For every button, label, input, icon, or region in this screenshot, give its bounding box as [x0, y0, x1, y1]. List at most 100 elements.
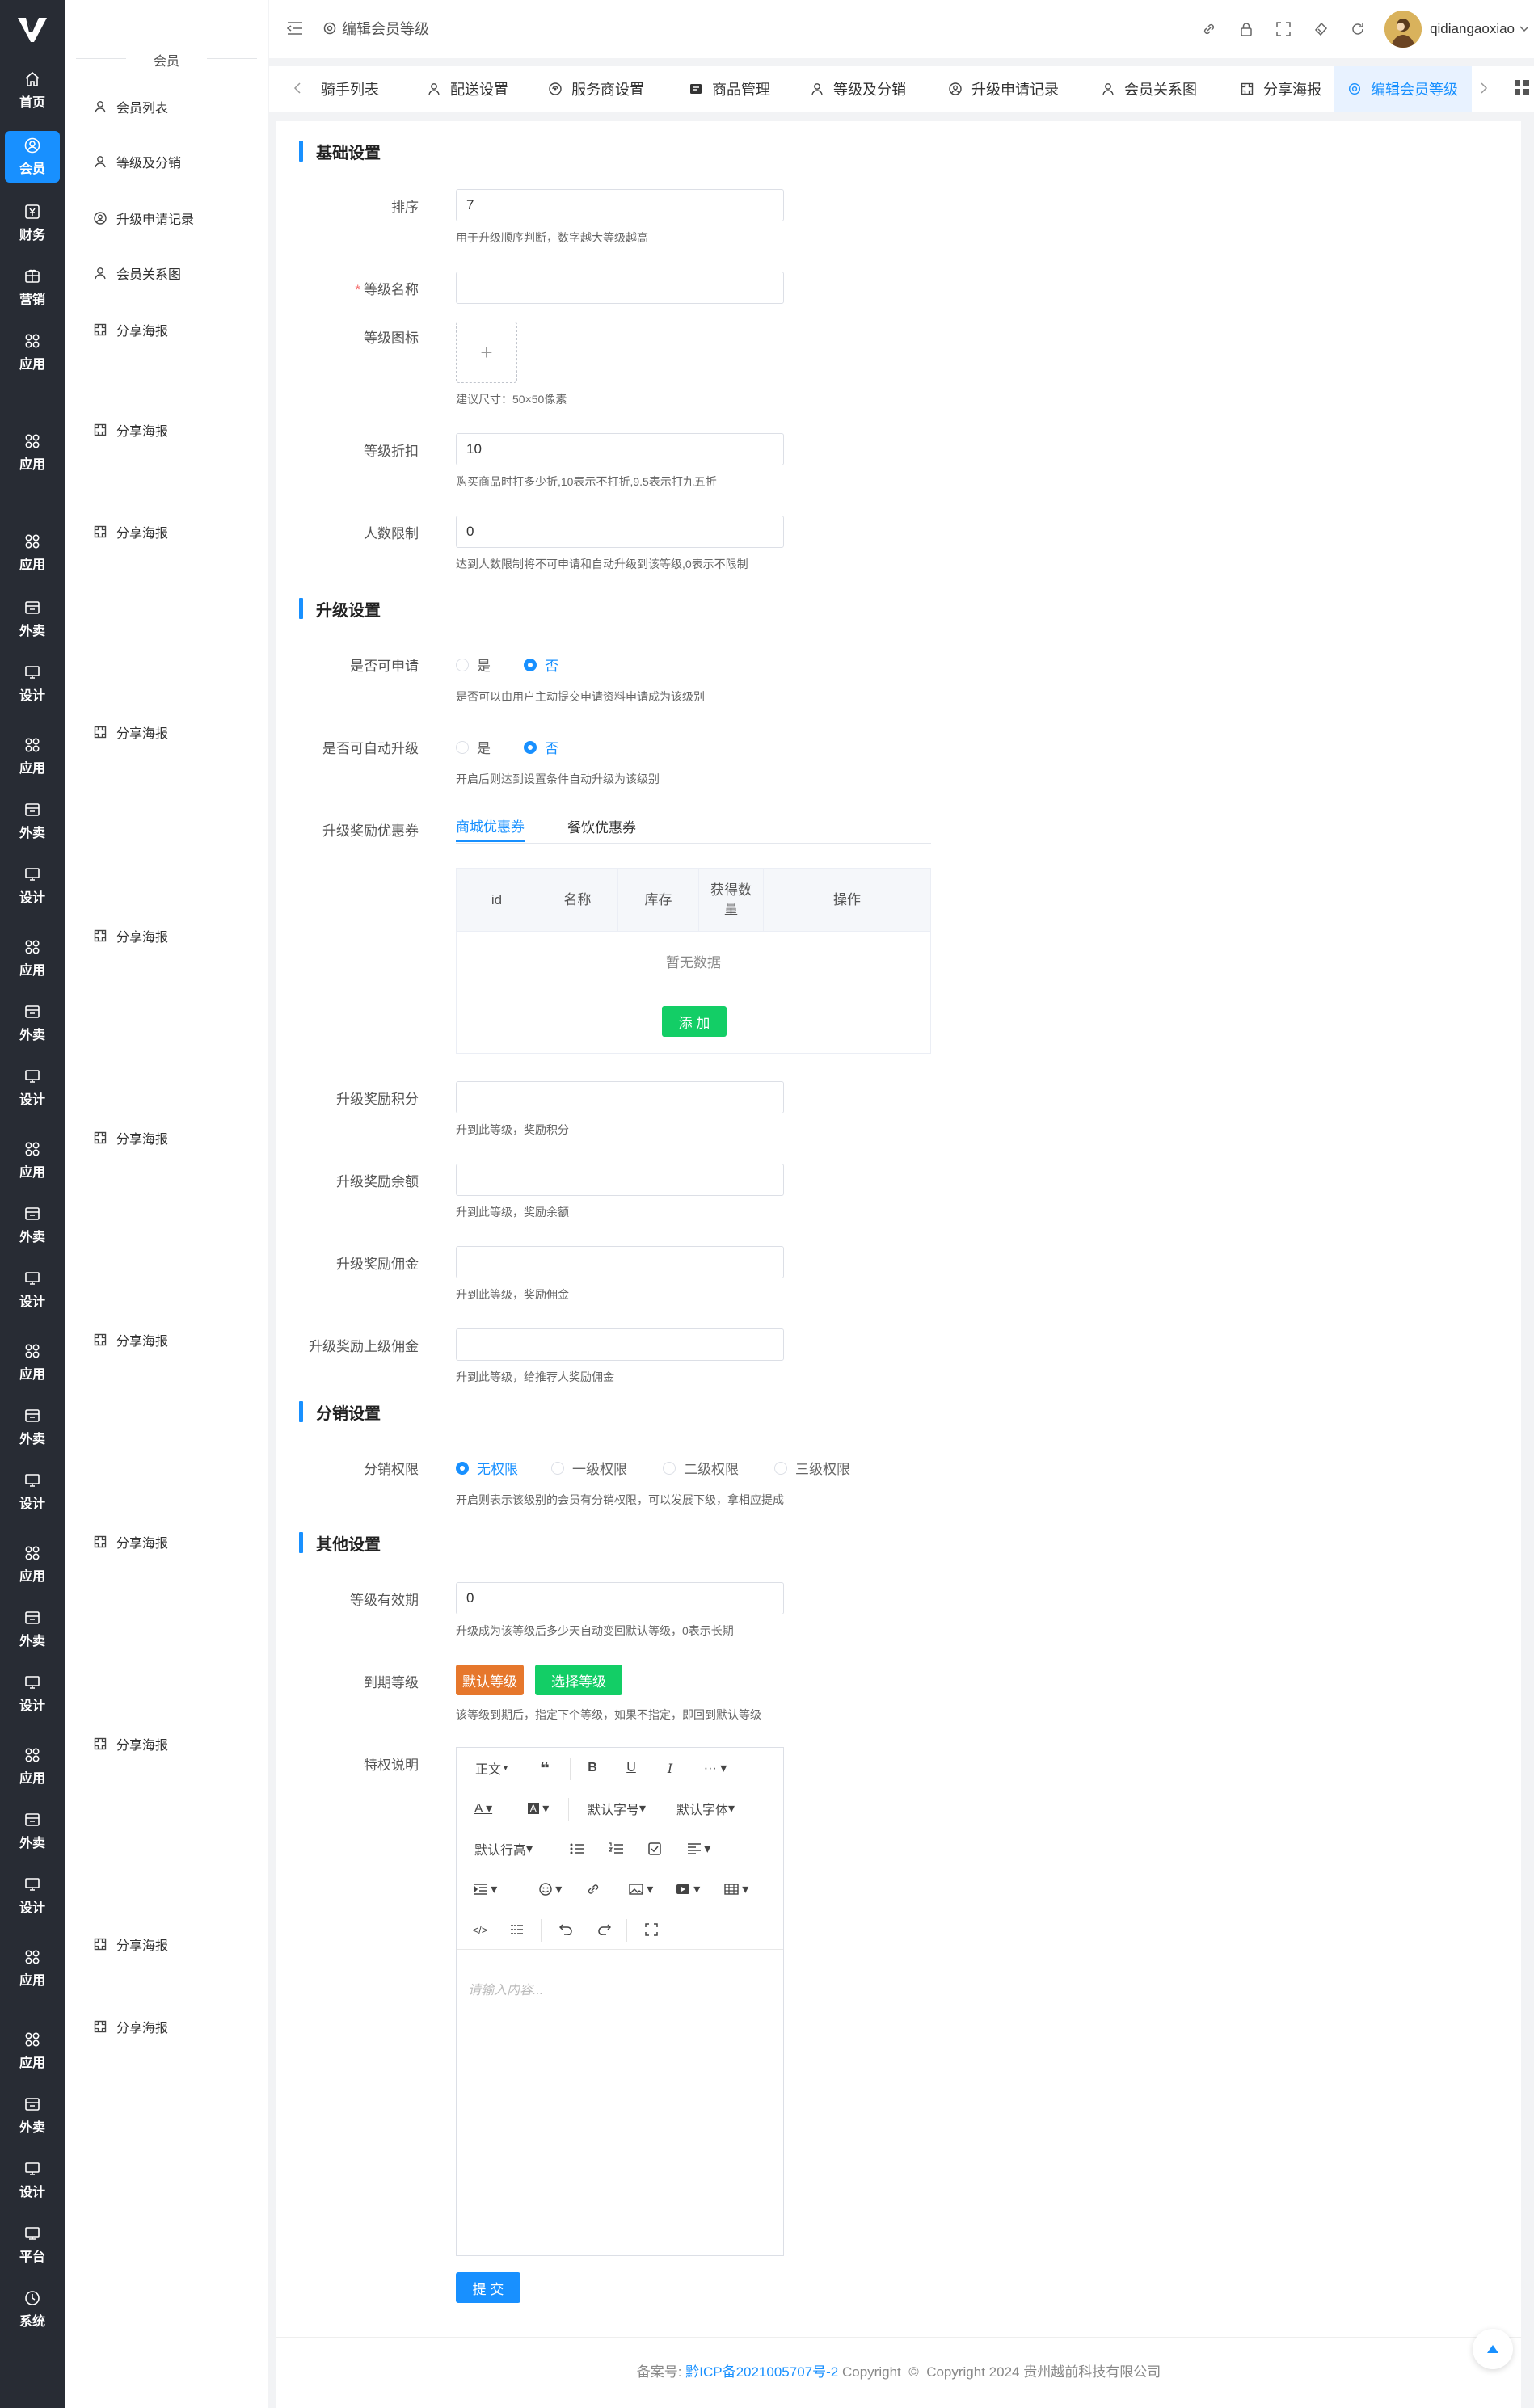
sub-nav-item-7[interactable]: 分享海报	[94, 721, 168, 743]
sub-nav-item-0[interactable]: 会员列表	[94, 95, 168, 118]
sub-nav-item-10[interactable]: 分享海报	[94, 1328, 168, 1351]
underline-icon[interactable]: U	[622, 1756, 641, 1780]
nav-item-5[interactable]: 应用	[5, 427, 60, 478]
bullet-list-icon[interactable]	[567, 1837, 588, 1861]
sub-nav-item-9[interactable]: 分享海报	[94, 1126, 168, 1149]
undo-icon[interactable]	[555, 1918, 576, 1942]
nav-item-2[interactable]: 财务	[5, 197, 60, 249]
redo-icon[interactable]	[594, 1918, 615, 1942]
code-icon[interactable]: </>	[470, 1918, 491, 1942]
can-apply-yes-radio[interactable]: 是	[456, 655, 491, 675]
nav-item-23[interactable]: 设计	[5, 1668, 60, 1720]
auto-upgrade-yes-radio[interactable]: 是	[456, 737, 491, 757]
bold-icon[interactable]: B	[583, 1756, 602, 1780]
sub-nav-item-13[interactable]: 分享海报	[94, 1933, 168, 1955]
nav-item-8[interactable]: 设计	[5, 658, 60, 709]
font-size-select[interactable]: 默认字号 ▾	[583, 1796, 651, 1821]
tab-4[interactable]: 等级及分销	[806, 66, 911, 112]
nav-item-6[interactable]: 应用	[5, 527, 60, 579]
nav-item-28[interactable]: 应用	[5, 2025, 60, 2077]
sub-nav-item-2[interactable]: 升级申请记录	[94, 207, 194, 229]
background-color-icon[interactable]: A ▾	[525, 1796, 552, 1821]
chevron-down-icon[interactable]	[1519, 26, 1529, 32]
nav-item-9[interactable]: 应用	[5, 730, 60, 782]
editor-fullscreen-icon[interactable]	[641, 1918, 662, 1942]
username[interactable]: qidiangaoxiao	[1430, 21, 1515, 37]
validity-input[interactable]: 0	[456, 1582, 784, 1614]
auto-upgrade-no-radio[interactable]: 否	[524, 737, 558, 757]
reward-points-input[interactable]	[456, 1081, 784, 1113]
emoji-icon[interactable]: ▾	[534, 1877, 567, 1901]
can-apply-no-radio[interactable]: 否	[524, 655, 558, 675]
icp-record-link[interactable]: 黔ICP备2021005707号-2	[685, 2364, 838, 2380]
lock-icon[interactable]	[1236, 19, 1257, 40]
sub-nav-item-3[interactable]: 会员关系图	[94, 262, 181, 284]
discount-input[interactable]: 10	[456, 433, 784, 465]
sub-nav-item-5[interactable]: 分享海报	[94, 419, 168, 441]
tab-6[interactable]: 会员关系图	[1097, 66, 1202, 112]
sub-nav-item-4[interactable]: 分享海报	[94, 318, 168, 341]
nav-item-11[interactable]: 设计	[5, 860, 60, 911]
fullscreen-icon[interactable]	[1273, 19, 1294, 40]
italic-icon[interactable]: I	[660, 1756, 680, 1780]
nav-item-10[interactable]: 外卖	[5, 795, 60, 847]
link-insert-icon[interactable]	[581, 1877, 605, 1901]
sub-nav-item-8[interactable]: 分享海报	[94, 924, 168, 947]
submit-button[interactable]: 提 交	[456, 2272, 520, 2303]
numbered-list-icon[interactable]	[605, 1837, 626, 1861]
sub-nav-item-12[interactable]: 分享海报	[94, 1732, 168, 1755]
reward-balance-input[interactable]	[456, 1164, 784, 1196]
nav-item-17[interactable]: 设计	[5, 1264, 60, 1316]
nav-item-31[interactable]: 平台	[5, 2219, 60, 2271]
nav-item-29[interactable]: 外卖	[5, 2090, 60, 2141]
nav-item-7[interactable]: 外卖	[5, 593, 60, 645]
tab-food-coupon[interactable]: 餐饮优惠券	[567, 810, 636, 842]
sub-nav-item-1[interactable]: 等级及分销	[94, 150, 181, 173]
editor-placeholder[interactable]: 请输入内容...	[468, 1979, 543, 1998]
line-height-select[interactable]: 默认行高 ▾	[470, 1837, 537, 1861]
todo-list-icon[interactable]	[644, 1837, 665, 1861]
tabs-scroll-left-icon[interactable]	[293, 82, 301, 94]
reward-commission-input[interactable]	[456, 1246, 784, 1278]
tab-1[interactable]: 配送设置	[419, 66, 516, 112]
tab-7[interactable]: 分享海报	[1233, 66, 1330, 112]
parent-commission-input[interactable]	[456, 1328, 784, 1361]
avatar[interactable]	[1384, 11, 1422, 48]
nav-item-32[interactable]: 系统	[5, 2284, 60, 2335]
nav-item-4[interactable]: 应用	[5, 326, 60, 378]
indent-icon[interactable]: ▾	[470, 1877, 502, 1901]
table-icon[interactable]: ▾	[720, 1877, 752, 1901]
nav-item-24[interactable]: 应用	[5, 1741, 60, 1792]
align-icon[interactable]: ▾	[683, 1837, 715, 1861]
member-limit-input[interactable]: 0	[456, 516, 784, 548]
link-icon[interactable]	[1199, 19, 1220, 40]
nav-item-20[interactable]: 设计	[5, 1466, 60, 1518]
tab-0[interactable]: 骑手列表	[310, 66, 390, 112]
level-name-input[interactable]	[456, 272, 784, 304]
nav-item-14[interactable]: 设计	[5, 1062, 60, 1113]
tab-3[interactable]: 商品管理	[681, 66, 778, 112]
font-color-icon[interactable]: A ▾	[470, 1796, 497, 1821]
tab-mall-coupon[interactable]: 商城优惠券	[456, 810, 525, 842]
default-level-button[interactable]: 默认等级	[456, 1665, 524, 1695]
font-family-select[interactable]: 默认字体 ▾	[672, 1796, 740, 1821]
collapse-menu-icon[interactable]	[287, 21, 303, 36]
divider-icon[interactable]	[507, 1918, 528, 1942]
grid-menu-icon[interactable]	[1514, 79, 1530, 95]
nav-item-26[interactable]: 设计	[5, 1870, 60, 1922]
nav-item-15[interactable]: 应用	[5, 1135, 60, 1186]
nav-item-30[interactable]: 设计	[5, 2154, 60, 2206]
tab-8[interactable]: 编辑会员等级	[1334, 66, 1472, 112]
back-to-top-button[interactable]	[1473, 2329, 1513, 2369]
sub-nav-item-11[interactable]: 分享海报	[94, 1530, 168, 1553]
refresh-icon[interactable]	[1347, 19, 1368, 40]
nav-item-21[interactable]: 应用	[5, 1539, 60, 1590]
paragraph-select[interactable]: 正文 ▾	[470, 1756, 513, 1780]
nav-item-22[interactable]: 外卖	[5, 1603, 60, 1655]
sub-nav-item-6[interactable]: 分享海报	[94, 520, 168, 543]
upload-icon-button[interactable]: +	[456, 322, 517, 383]
clear-cache-icon[interactable]	[1310, 19, 1331, 40]
tab-2[interactable]: 服务商设置	[544, 66, 649, 112]
dist-level3-radio[interactable]: 三级权限	[774, 1458, 850, 1478]
nav-item-19[interactable]: 外卖	[5, 1401, 60, 1453]
